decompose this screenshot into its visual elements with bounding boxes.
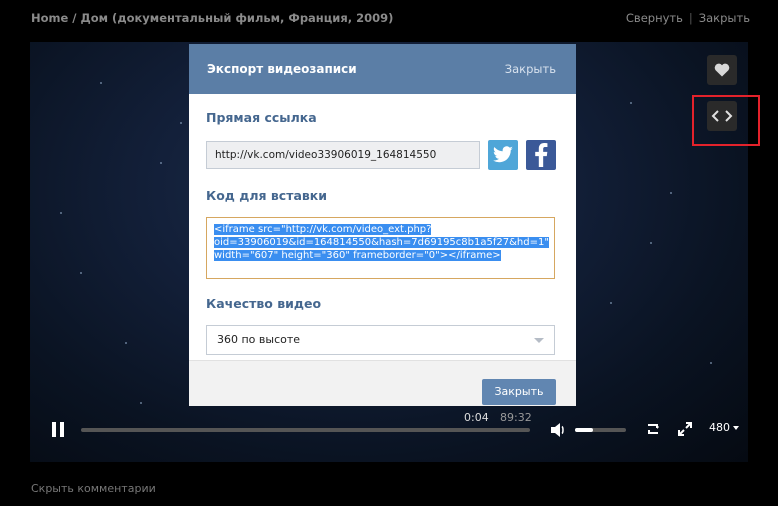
embed-line: oid=33906019&id=164814550&hash=7d69195c8… [214, 237, 549, 248]
quality-label: Качество видео [206, 296, 322, 311]
total-time: 89:32 [500, 411, 532, 424]
caret-down-icon [733, 426, 739, 430]
highlight-annotation [692, 95, 760, 146]
hide-comments-link[interactable]: Скрыть комментарии [31, 482, 156, 495]
dialog-body: Прямая ссылка http://vk.com/video3390601… [189, 110, 576, 355]
current-time: 0:04 [464, 411, 489, 424]
pause-icon [52, 422, 56, 437]
volume-slider[interactable] [575, 428, 626, 432]
quality-select[interactable]: 360 по высоте [206, 325, 555, 355]
close-button[interactable]: Закрыть [482, 379, 556, 405]
fullscreen-icon[interactable] [677, 421, 693, 437]
player-controls: 0:04 89:32 480 [0, 405, 778, 455]
dialog-header: Экспорт видеозаписи Закрыть [189, 44, 576, 94]
embed-line: <iframe src="http://vk.com/video_ext.php… [214, 224, 432, 235]
top-actions: Свернуть | Закрыть [626, 11, 750, 25]
embed-code-textarea[interactable]: <iframe src="http://vk.com/video_ext.php… [206, 217, 555, 279]
facebook-share-button[interactable] [526, 140, 556, 170]
export-video-dialog: Экспорт видеозаписи Закрыть Прямая ссылк… [189, 44, 576, 406]
volume-icon[interactable] [549, 421, 567, 439]
direct-link-label: Прямая ссылка [206, 110, 317, 125]
seek-bar[interactable] [81, 428, 530, 432]
close-link[interactable]: Закрыть [699, 11, 750, 25]
dialog-title: Экспорт видеозаписи [207, 62, 357, 76]
chevron-down-icon [534, 338, 544, 343]
volume-slider-fill [575, 428, 593, 432]
embed-code-label: Код для вставки [206, 188, 328, 203]
quality-select-value: 360 по высоте [217, 333, 301, 346]
embed-code-text: <iframe src="http://vk.com/video_ext.php… [214, 223, 549, 262]
facebook-icon [535, 143, 548, 167]
pause-button[interactable] [52, 422, 66, 438]
twitter-icon [493, 146, 513, 163]
like-button[interactable] [707, 55, 737, 85]
breadcrumb[interactable]: Home / Дом (документальный фильм, Франци… [31, 11, 393, 25]
minimize-link[interactable]: Свернуть [626, 11, 683, 25]
quality-button[interactable]: 480 [709, 421, 739, 434]
top-bar: Home / Дом (документальный фильм, Франци… [0, 0, 778, 36]
embed-line: width="607" height="360" frameborder="0"… [214, 250, 501, 261]
quality-value: 480 [709, 421, 730, 434]
direct-link-row: http://vk.com/video33906019_164814550 [206, 140, 556, 170]
dialog-footer: Закрыть [189, 360, 576, 406]
loop-icon[interactable] [645, 421, 661, 437]
direct-link-field[interactable]: http://vk.com/video33906019_164814550 [206, 141, 480, 169]
dialog-close-link[interactable]: Закрыть [505, 62, 556, 76]
heart-icon [714, 63, 730, 77]
twitter-share-button[interactable] [488, 140, 518, 170]
separator: | [688, 11, 693, 25]
